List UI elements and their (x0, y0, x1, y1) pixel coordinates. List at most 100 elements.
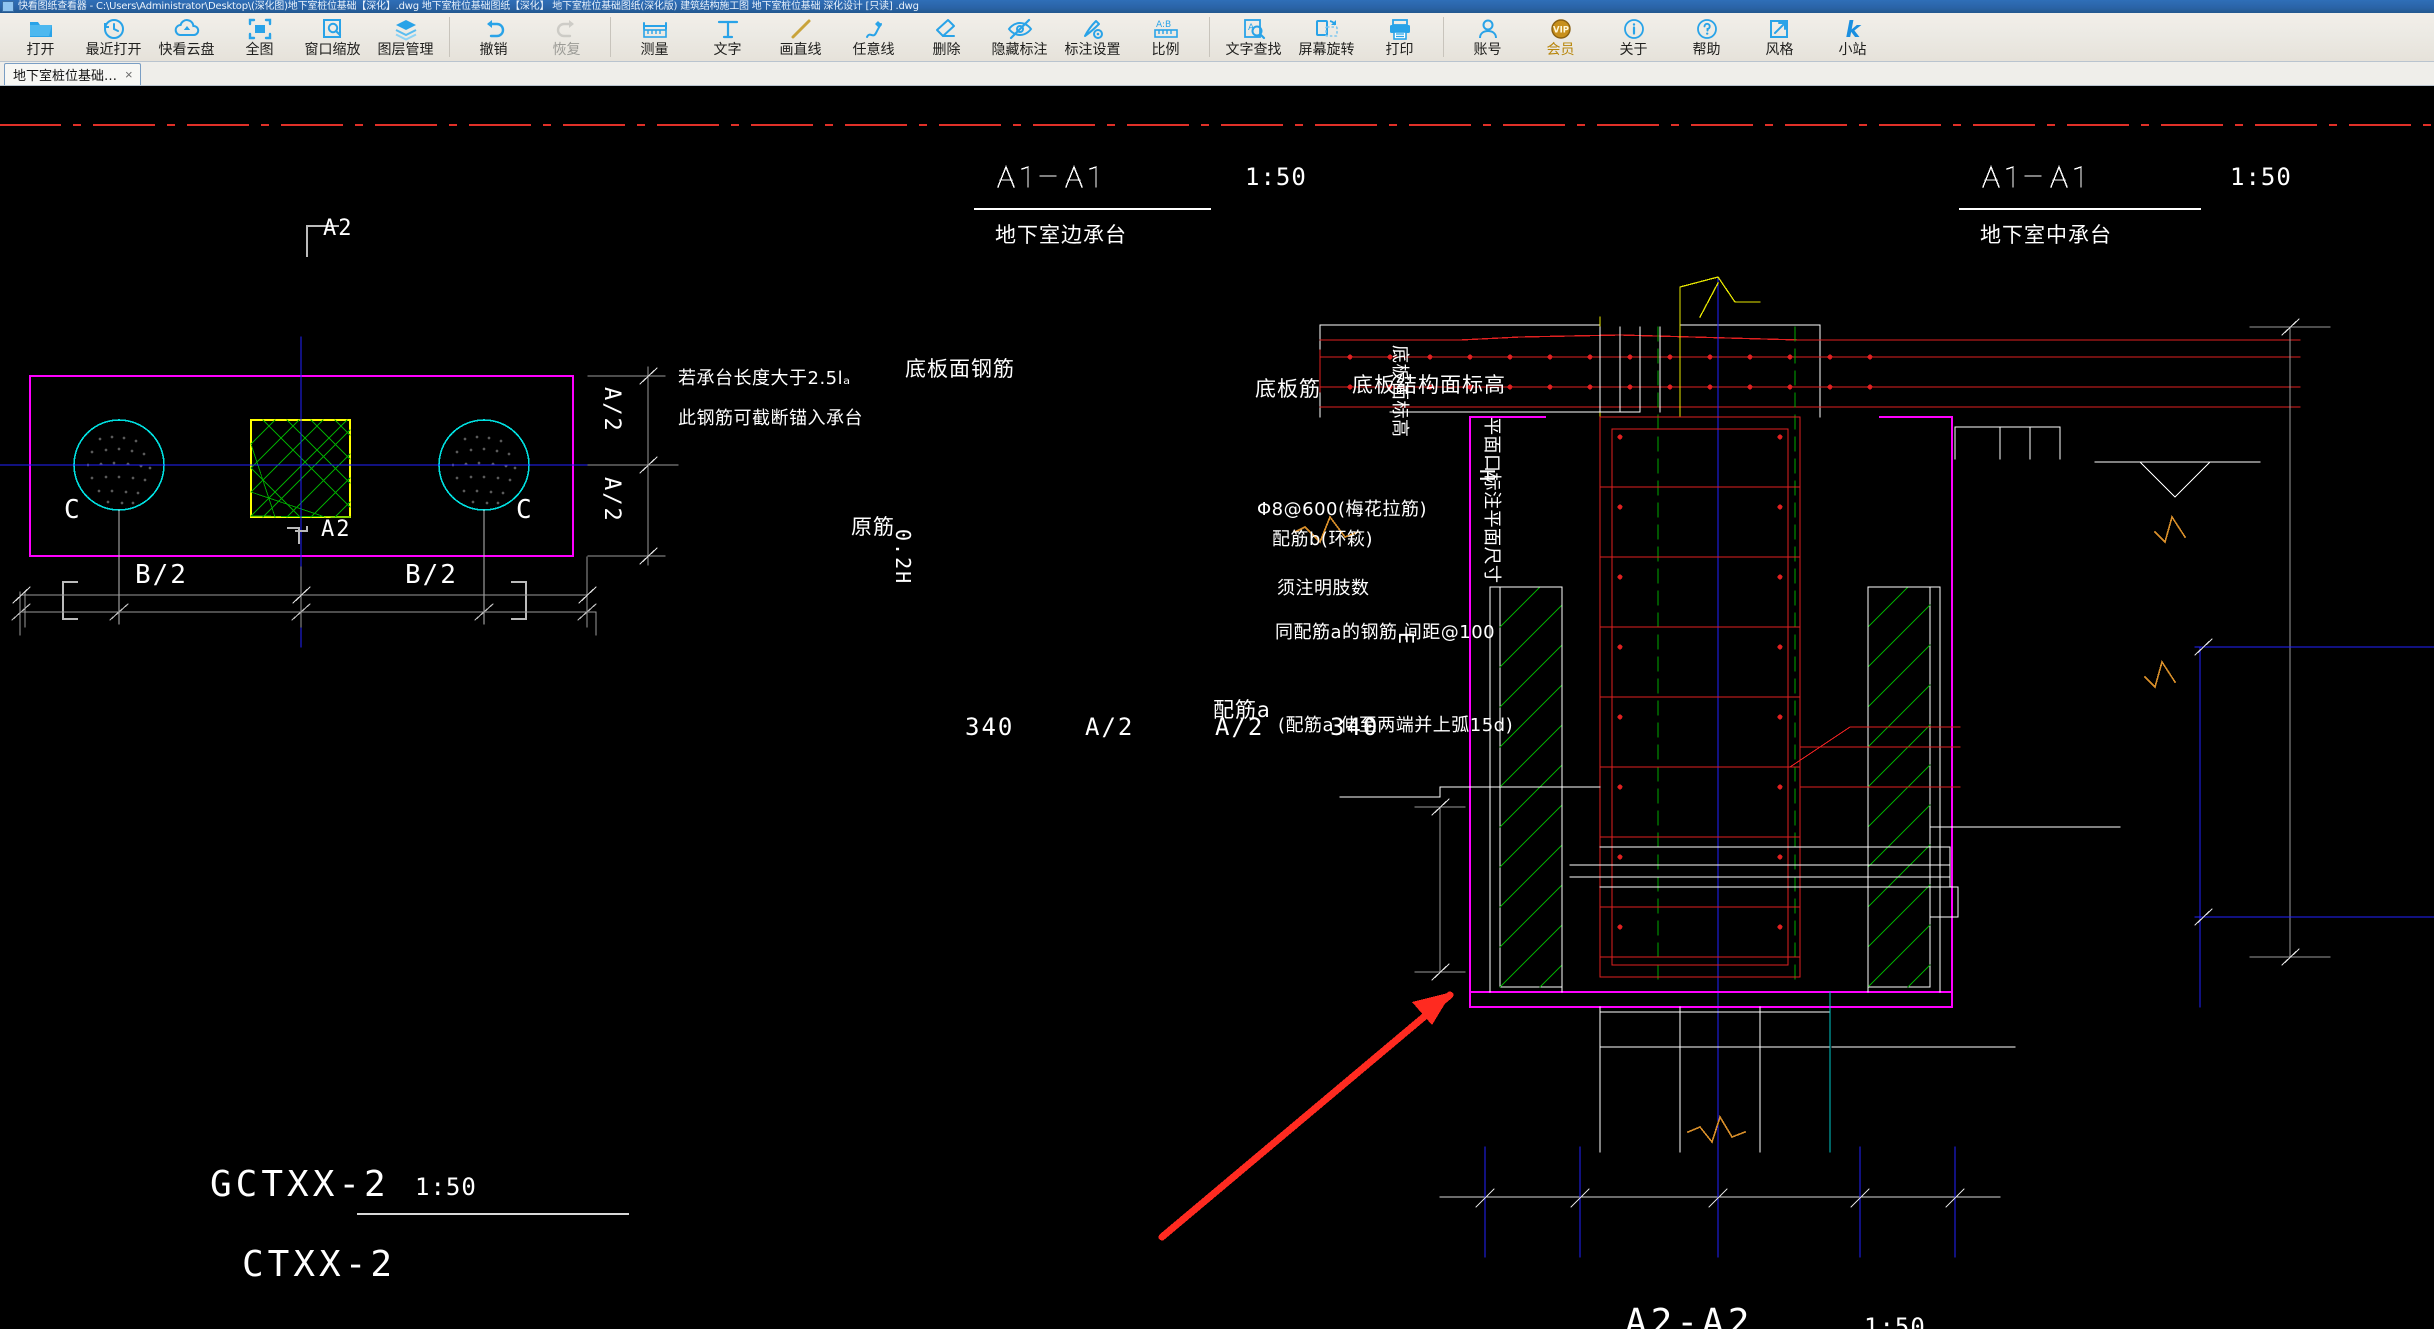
plan-subtitle: CTXX-2 (242, 1244, 397, 1285)
toolbar-button-cloud[interactable]: 快看云盘 (150, 13, 223, 61)
layers-icon (391, 16, 421, 41)
toolbar-button-measure[interactable]: 测量 (618, 13, 691, 61)
toolbar-label-open: 打开 (26, 42, 55, 58)
text-tool-icon (713, 16, 743, 41)
section-label-vert-right: 底板面标高 (1389, 345, 1410, 438)
toolbar-button-redo[interactable]: 恢复 (530, 13, 603, 61)
toolbar-button-zoomwindow[interactable]: 窗口缩放 (296, 13, 369, 61)
toolbar-button-delete[interactable]: 删除 (910, 13, 983, 61)
toolbar-button-marksetting[interactable]: 标注设置 (1056, 13, 1129, 61)
toolbar-label-redo: 恢复 (552, 42, 581, 58)
main-toolbar: 打开 最近打开 快看云盘 全图 窗口缩放 图层管理 撤销 恢复 测量 文字 画直… (0, 13, 2434, 62)
toolbar-button-hidemark[interactable]: 隐藏标注 (983, 13, 1056, 61)
section-label-note2: 同配筋a的钢筋 间距@100 (1275, 622, 1496, 643)
top-right-scale: 1:50 (2230, 163, 2292, 191)
close-icon[interactable]: × (124, 68, 134, 81)
toolbar-separator-3 (1209, 17, 1210, 57)
section-label-slab-rebar: 底板筋 (1255, 377, 1321, 401)
document-tab-strip: 地下室桩位基础… × (0, 62, 2434, 86)
plan-dim-half-top: A/2 (599, 387, 624, 433)
toolbar-button-vip[interactable]: VIP 会员 (1524, 13, 1597, 61)
section-dim-3: 340 (1330, 713, 1380, 741)
toolbar-label-layers: 图层管理 (377, 42, 434, 58)
toolbar-separator-4 (1443, 17, 1444, 57)
plan-mark-c-right: C (516, 495, 534, 525)
toolbar-button-account[interactable]: 账号 (1451, 13, 1524, 61)
toolbar-button-recent[interactable]: 最近打开 (77, 13, 150, 61)
toolbar-button-style[interactable]: 风格 (1743, 13, 1816, 61)
k-logo-icon: k (1838, 16, 1868, 41)
toolbar-button-text[interactable]: 文字 (691, 13, 764, 61)
plan-dim-half-bottom: A/2 (599, 477, 624, 523)
plan-title-scale: 1:50 (415, 1173, 477, 1201)
toolbar-label-hidemark: 隐藏标注 (991, 42, 1048, 58)
toolbar-button-rotate[interactable]: 屏幕旋转 (1290, 13, 1363, 61)
toolbar-button-findtext[interactable]: A 文字查找 (1217, 13, 1290, 61)
toolbar-button-about[interactable]: 关于 (1597, 13, 1670, 61)
redo-icon (552, 16, 582, 41)
toolbar-label-text: 文字 (713, 42, 742, 58)
plan-title: GCTXX-2 (210, 1164, 390, 1205)
toolbar-button-open[interactable]: 打开 (4, 13, 77, 61)
style-arrow-icon (1765, 16, 1795, 41)
toolbar-label-undo: 撤销 (479, 42, 508, 58)
toolbar-label-zoomwindow: 窗口缩放 (304, 42, 361, 58)
section-dim-02h: 0.2H (891, 529, 915, 586)
toolbar-label-fitall: 全图 (245, 42, 274, 58)
toolbar-button-layers[interactable]: 图层管理 (369, 13, 442, 61)
svg-text:VIP: VIP (1553, 25, 1569, 35)
eye-slash-icon (1005, 16, 1035, 41)
document-tab-label: 地下室桩位基础… (13, 69, 118, 84)
title-bar: 快看图纸查看器 - C:\Users\Administrator\Desktop… (0, 0, 2434, 13)
top-left-scale: 1:50 (1245, 163, 1307, 191)
toolbar-button-station[interactable]: k 小站 (1816, 13, 1889, 61)
section-label-tie: Φ8@600(梅花拉筋) (1257, 499, 1428, 520)
toolbar-button-fitall[interactable]: 全图 (223, 13, 296, 61)
toolbar-label-line: 画直线 (779, 42, 822, 58)
window-title: 快看图纸查看器 - C:\Users\Administrator\Desktop… (18, 1, 919, 12)
toolbar-label-vip: 会员 (1546, 42, 1575, 58)
section-label-bottom-rebar: 原筋 (851, 515, 895, 539)
toolbar-button-freeline[interactable]: 任意线 (837, 13, 910, 61)
toolbar-label-findtext: 文字查找 (1225, 42, 1282, 58)
question-icon (1692, 16, 1722, 41)
svg-text:k: k (1845, 18, 1861, 41)
toolbar-button-undo[interactable]: 撤销 (457, 13, 530, 61)
toolbar-label-style: 风格 (1765, 42, 1794, 58)
fit-all-icon (245, 16, 275, 41)
user-icon (1473, 16, 1503, 41)
toolbar-button-scale[interactable]: A:B 比例 (1129, 13, 1202, 61)
application-window: 快看图纸查看器 - C:\Users\Administrator\Desktop… (0, 0, 2434, 1329)
plan-section-mark-bottom: A2 (321, 517, 352, 542)
section-title: A2-A2 (1625, 1302, 1754, 1329)
printer-icon (1385, 16, 1415, 41)
zoom-window-icon (318, 16, 348, 41)
eraser-icon (932, 16, 962, 41)
toolbar-button-help[interactable]: 帮助 (1670, 13, 1743, 61)
cad-canvas[interactable]: 1:50 地下室边承台 1:50 地下室中承台 A2 A2 A/2 A/2 B/… (0, 87, 2434, 1329)
document-tab[interactable]: 地下室桩位基础… × (4, 63, 141, 85)
section-dim-1: A/2 (1085, 713, 1135, 741)
toolbar-label-recent: 最近打开 (85, 42, 142, 58)
toolbar-label-rotate: 屏幕旋转 (1298, 42, 1355, 58)
toolbar-separator-2 (610, 17, 611, 57)
section-vert-note-right: 平面口标注平面尺寸 (1481, 417, 1502, 584)
cloud-icon (172, 16, 202, 41)
section-dim-2: A/2 (1215, 713, 1265, 741)
toolbar-label-delete: 删除 (932, 42, 961, 58)
toolbar-label-cloud: 快看云盘 (158, 42, 215, 58)
toolbar-separator-1 (449, 17, 450, 57)
ruler-icon (640, 16, 670, 41)
svg-text:A:B: A:B (1156, 20, 1171, 30)
toolbar-label-help: 帮助 (1692, 42, 1721, 58)
toolbar-button-print[interactable]: 打印 (1363, 13, 1436, 61)
section-label-slab-level: 底板结构面标高 (1352, 373, 1506, 397)
vip-badge-icon: VIP (1546, 16, 1576, 41)
section-dim-e: E (1394, 632, 1418, 647)
toolbar-label-station: 小站 (1838, 42, 1867, 58)
info-icon (1619, 16, 1649, 41)
scale-ab-icon: A:B (1151, 16, 1181, 41)
toolbar-button-line[interactable]: 画直线 (764, 13, 837, 61)
toolbar-label-print: 打印 (1385, 42, 1414, 58)
toolbar-label-marksetting: 标注设置 (1064, 42, 1121, 58)
